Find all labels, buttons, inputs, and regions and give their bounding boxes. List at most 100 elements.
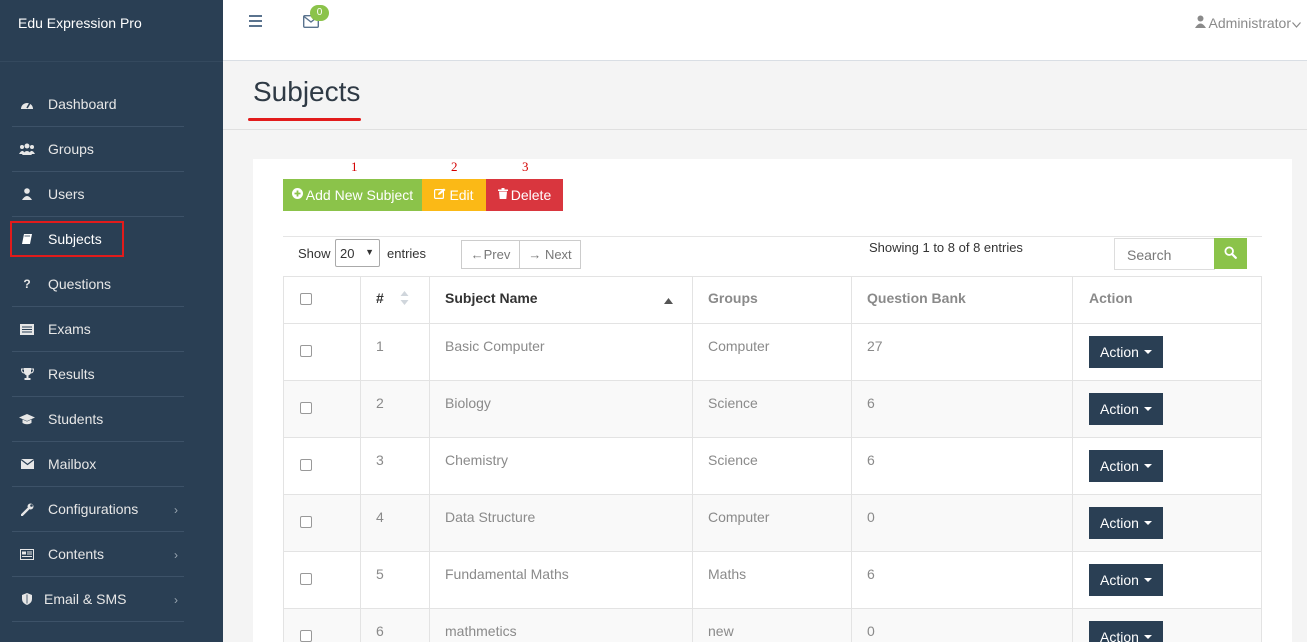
subject-group: Science (708, 452, 758, 468)
column-header-number[interactable]: # (376, 277, 384, 324)
row-number: 4 (376, 509, 384, 525)
trophy-icon (19, 367, 35, 381)
edit-icon (434, 188, 446, 202)
subject-group: Computer (708, 338, 770, 354)
edit-button[interactable]: Edit (422, 179, 486, 211)
row-checkbox[interactable] (300, 516, 312, 528)
row-checkbox[interactable] (300, 345, 312, 357)
action-label: Action (1100, 401, 1139, 417)
action-dropdown-button[interactable]: Action (1089, 507, 1163, 539)
column-divider (851, 276, 852, 642)
sort-asc-icon (664, 291, 673, 307)
column-divider (692, 276, 693, 642)
action-dropdown-button[interactable]: Action (1089, 450, 1163, 482)
sidebar-item-contents[interactable]: Contents › (12, 532, 184, 577)
action-label: Action (1100, 515, 1139, 531)
action-label: Action (1100, 344, 1139, 360)
subject-name: Basic Computer (445, 338, 545, 354)
user-menu[interactable]: Administrator (1194, 15, 1301, 31)
graduation-cap-icon (19, 412, 35, 426)
sidebar-item-users[interactable]: Users (12, 172, 184, 217)
next-button[interactable]: → Next (519, 240, 581, 269)
action-dropdown-button[interactable]: Action (1089, 393, 1163, 425)
prev-button[interactable]: ←Prev (461, 240, 520, 269)
chevron-right-icon: › (174, 593, 178, 607)
question-bank-count: 6 (867, 452, 875, 468)
column-header-question-bank[interactable]: Question Bank (867, 277, 966, 324)
top-navbar: 0 Administrator (223, 0, 1307, 61)
subject-name: Fundamental Maths (445, 566, 569, 582)
user-icon (1194, 15, 1206, 31)
sidebar-item-label: Questions (48, 276, 112, 292)
sidebar-item-mailbox[interactable]: Mailbox (12, 442, 184, 487)
user-icon (19, 187, 35, 201)
plus-circle-icon (291, 188, 303, 202)
add-subject-label: Add New Subject (305, 187, 414, 203)
add-subject-button[interactable]: Add New Subject (283, 179, 422, 211)
title-underline (248, 118, 361, 121)
column-header-groups[interactable]: Groups (708, 277, 758, 324)
sidebar-item-configurations[interactable]: Configurations › (12, 487, 184, 532)
menu-toggle-icon[interactable] (249, 15, 262, 30)
app-title: Edu Expression Pro (0, 0, 223, 62)
row-number: 6 (376, 623, 384, 639)
sidebar-item-exams[interactable]: Exams (12, 307, 184, 352)
subject-group: new (708, 623, 734, 639)
caret-down-icon: ▼ (365, 247, 374, 257)
subject-name: Data Structure (445, 509, 536, 525)
action-dropdown-button[interactable]: Action (1089, 564, 1163, 596)
page-size-select[interactable]: 20 ▼ (335, 239, 380, 267)
action-dropdown-button[interactable]: Action (1089, 336, 1163, 368)
delete-label: Delete (510, 187, 552, 203)
action-dropdown-button[interactable]: Action (1089, 621, 1163, 642)
table-info: Showing 1 to 8 of 8 entries (869, 240, 1023, 255)
user-name: Administrator (1208, 15, 1291, 31)
chevron-right-icon: › (174, 503, 178, 517)
caret-down-icon (1143, 407, 1152, 411)
sidebar-item-students[interactable]: Students (12, 397, 184, 442)
column-header-subject-name[interactable]: Subject Name (445, 277, 538, 324)
show-label: Show (298, 246, 331, 261)
list-icon (19, 322, 35, 336)
sidebar-menu: Dashboard Groups Users Subjects ? Questi… (10, 82, 184, 622)
search-input[interactable]: Search (1114, 238, 1215, 270)
question-bank-count: 0 (867, 623, 875, 639)
question-icon: ? (23, 277, 31, 291)
row-checkbox[interactable] (300, 573, 312, 585)
caret-down-icon (1143, 635, 1152, 639)
subject-group: Computer (708, 509, 770, 525)
action-label: Action (1100, 572, 1139, 588)
action-label: Action (1100, 629, 1139, 642)
sidebar-item-label: Contents (48, 546, 105, 562)
search-button[interactable] (1214, 238, 1247, 269)
row-checkbox[interactable] (300, 459, 312, 471)
row-checkbox[interactable] (300, 402, 312, 414)
row-number: 2 (376, 395, 384, 411)
question-bank-count: 27 (867, 338, 883, 354)
sidebar-item-label: Email & SMS (44, 591, 127, 607)
question-bank-count: 6 (867, 566, 875, 582)
row-checkbox[interactable] (300, 630, 312, 642)
sidebar-item-email-sms[interactable]: Email & SMS › (12, 577, 184, 622)
row-number: 3 (376, 452, 384, 468)
contents-icon (19, 547, 35, 561)
sidebar-item-dashboard[interactable]: Dashboard (12, 82, 184, 127)
toolbar-divider (283, 236, 1262, 237)
delete-button[interactable]: Delete (486, 179, 563, 211)
caret-down-icon (1143, 578, 1152, 582)
sort-icon (400, 291, 409, 308)
sidebar-item-groups[interactable]: Groups (12, 127, 184, 172)
chevron-right-icon: › (174, 548, 178, 562)
mail-count-badge: 0 (310, 5, 329, 21)
subjects-table: # Subject Name Groups Question Bank Acti… (283, 276, 1262, 642)
row-number: 1 (376, 338, 384, 354)
row-number: 5 (376, 566, 384, 582)
sidebar-item-label: Subjects (48, 231, 102, 247)
sidebar-item-subjects[interactable]: Subjects (10, 221, 124, 257)
sidebar-item-results[interactable]: Results (12, 352, 184, 397)
dashboard-icon (19, 97, 35, 111)
subject-name: Chemistry (445, 452, 509, 468)
sidebar-item-questions[interactable]: ? Questions (12, 262, 184, 307)
column-divider (1072, 276, 1073, 642)
select-all-checkbox[interactable] (300, 293, 312, 305)
